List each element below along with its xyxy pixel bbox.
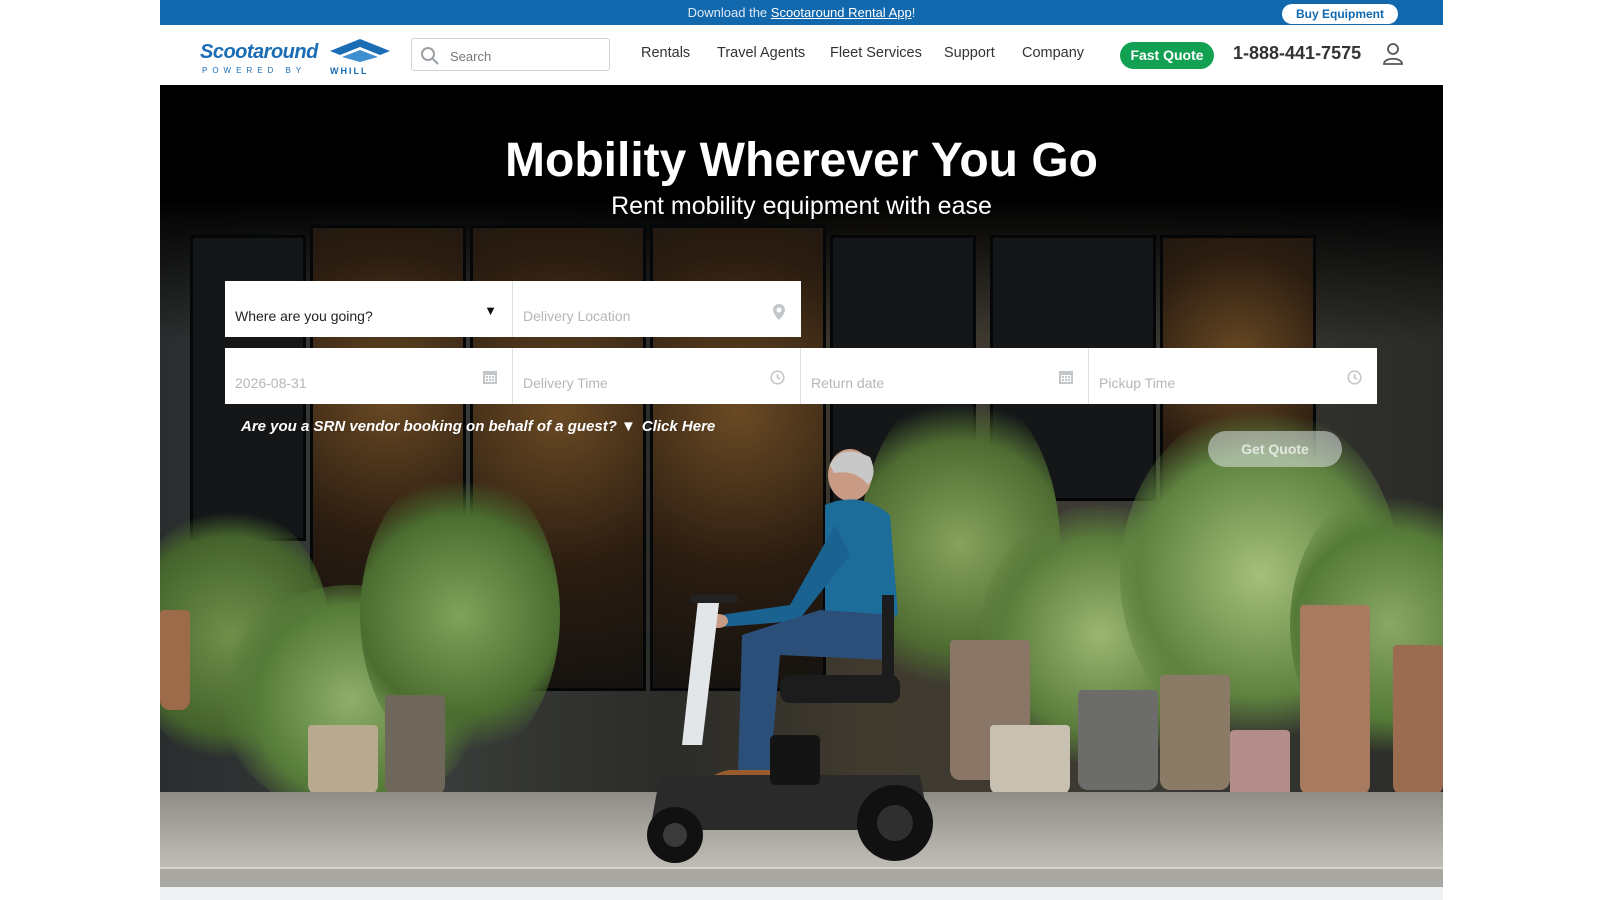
destination-select-value: Where are you going? bbox=[235, 308, 373, 324]
plant-pot bbox=[1300, 605, 1370, 795]
plant-pot bbox=[990, 725, 1070, 795]
vendor-click-here-link[interactable]: Click Here bbox=[642, 418, 715, 435]
logo[interactable]: Scootaround POWERED BY WHILL bbox=[200, 39, 400, 79]
delivery-location-field[interactable]: Delivery Location bbox=[513, 281, 801, 337]
clock-icon bbox=[770, 370, 785, 385]
dropdown-arrow-icon: ▼ bbox=[484, 303, 497, 318]
logo-partner: WHILL bbox=[330, 66, 369, 76]
buy-equipment-button[interactable]: Buy Equipment bbox=[1281, 4, 1398, 24]
plant-pot bbox=[160, 610, 190, 710]
delivery-time-field[interactable]: Delivery Time bbox=[513, 348, 801, 404]
hero-title: Mobility Wherever You Go bbox=[505, 134, 1098, 187]
logo-tagline: POWERED BY bbox=[202, 66, 307, 75]
search-input[interactable] bbox=[448, 45, 602, 67]
clock-icon bbox=[1347, 370, 1362, 385]
search-box[interactable] bbox=[411, 38, 610, 71]
calendar-icon bbox=[1059, 371, 1073, 384]
map-pin-icon bbox=[773, 304, 785, 320]
banner-suffix: ! bbox=[911, 5, 916, 20]
logo-wordmark: Scootaround bbox=[200, 41, 318, 63]
app-download-link[interactable]: Scootaround Rental App bbox=[771, 5, 912, 20]
vendor-booking-prompt: Are you a SRN vendor booking on behalf o… bbox=[241, 418, 715, 435]
get-quote-button[interactable]: Get Quote bbox=[1208, 431, 1342, 467]
delivery-time-placeholder: Delivery Time bbox=[523, 375, 608, 391]
scooter-rider-image bbox=[647, 449, 933, 863]
site-header: Scootaround POWERED BY WHILL Rentals Tra… bbox=[160, 25, 1443, 85]
nav-item-rentals[interactable]: Rentals bbox=[641, 45, 690, 61]
delivery-date-field[interactable]: 2026-08-31 bbox=[225, 348, 513, 404]
return-date-placeholder: Return date bbox=[811, 375, 885, 391]
search-icon[interactable] bbox=[420, 46, 440, 66]
return-date-field[interactable]: Return date bbox=[801, 348, 1089, 404]
pickup-time-placeholder: Pickup Time bbox=[1099, 375, 1176, 391]
plant-pot bbox=[1078, 690, 1158, 790]
plant-pot bbox=[1393, 645, 1443, 795]
curb bbox=[160, 867, 1443, 887]
vendor-question: Are you a SRN vendor booking on behalf o… bbox=[241, 418, 636, 435]
plant-pot bbox=[1160, 675, 1230, 790]
user-icon[interactable] bbox=[1382, 42, 1404, 66]
app-download-message: Download the Scootaround Rental App! bbox=[160, 5, 1443, 20]
hero-subtitle: Rent mobility equipment with ease bbox=[611, 192, 992, 220]
banner-prefix: Download the bbox=[687, 5, 771, 20]
delivery-location-placeholder: Delivery Location bbox=[523, 308, 631, 324]
phone-number[interactable]: 1-888-441-7575 bbox=[1233, 43, 1361, 64]
delivery-date-placeholder: 2026-08-31 bbox=[235, 375, 307, 391]
pickup-time-field[interactable]: Pickup Time bbox=[1089, 348, 1377, 404]
page: Download the Scootaround Rental App! Buy… bbox=[160, 0, 1443, 900]
plant-pot bbox=[385, 695, 445, 795]
destination-select[interactable]: Where are you going? ▼ bbox=[225, 281, 513, 337]
calendar-icon bbox=[483, 371, 497, 384]
page-bottom-strip bbox=[160, 887, 1443, 900]
fast-quote-button[interactable]: Fast Quote bbox=[1120, 42, 1214, 69]
plant-pot bbox=[308, 725, 378, 795]
nav-item-fleet-services[interactable]: Fleet Services bbox=[830, 45, 922, 61]
whill-logo-icon bbox=[330, 39, 390, 62]
nav-item-company[interactable]: Company bbox=[1022, 45, 1084, 61]
top-banner: Download the Scootaround Rental App! Buy… bbox=[160, 0, 1443, 25]
hero-section: Mobility Wherever You Go Rent mobility e… bbox=[160, 85, 1443, 887]
nav-item-support[interactable]: Support bbox=[944, 45, 995, 61]
nav-item-travel-agents[interactable]: Travel Agents bbox=[717, 45, 805, 61]
